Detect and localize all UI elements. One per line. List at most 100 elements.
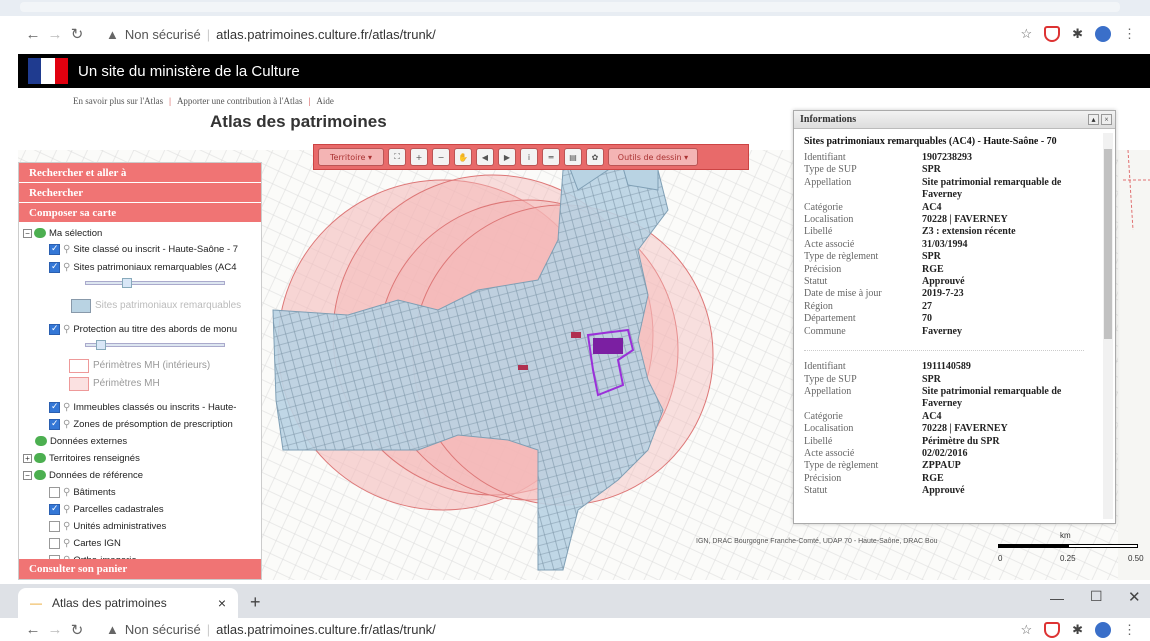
layer-parcelles[interactable]: ⚲Parcelles cadastrales (49, 501, 164, 517)
tree-donnees-reference[interactable]: − Données de référence (23, 467, 143, 483)
layer-unites[interactable]: ⚲ Unités administratives (49, 518, 166, 534)
full-extent-icon[interactable]: ⛶ (388, 148, 406, 166)
info-row: Département 70 (804, 313, 1099, 325)
info-scrollbar[interactable] (1103, 133, 1113, 519)
search-icon[interactable]: ⚲ (63, 402, 70, 413)
link-contribute[interactable]: Apporter une contribution à l'Atlas (174, 96, 306, 106)
opacity-slider[interactable] (85, 278, 225, 288)
new-tab-button[interactable]: + (250, 592, 261, 613)
star-icon[interactable]: ☆ (1020, 622, 1032, 638)
left-panel: Rechercher et aller à Rechercher Compose… (18, 162, 262, 580)
search-icon[interactable]: ⚲ (63, 244, 70, 255)
checkbox[interactable] (49, 486, 60, 498)
search-icon[interactable]: ⚲ (63, 324, 70, 335)
page-title: Atlas des patrimoines (210, 112, 387, 131)
checkbox[interactable] (49, 520, 60, 532)
checkbox[interactable] (49, 243, 60, 255)
layer-site-classe[interactable]: ⚲Site classé ou inscrit - Haute-Saône - … (49, 241, 238, 257)
checkbox[interactable] (49, 418, 60, 430)
address-bar[interactable]: atlas.patrimoines.culture.fr/atlas/trunk… (216, 27, 436, 42)
search-icon[interactable]: ⚲ (63, 504, 70, 515)
info-row: Acte associé 31/03/1994 (804, 239, 1099, 251)
layer-batiments[interactable]: ⚲ Bâtiments (49, 484, 116, 500)
layer-cartes-ign[interactable]: ⚲ Cartes IGN (49, 535, 121, 551)
tab-close-icon[interactable]: × (218, 595, 226, 611)
puzzle-icon[interactable]: ✱ (1072, 622, 1083, 638)
settings-icon[interactable]: ✿ (586, 148, 604, 166)
browser-toolbar-bottom: ← → ↻ ▲ Non sécurisé | atlas.patrimoines… (0, 618, 1150, 641)
checkbox[interactable] (49, 323, 60, 335)
section-search-goto[interactable]: Rechercher et aller à (19, 163, 261, 183)
shield-extension-icon[interactable] (1044, 26, 1061, 42)
previous-view-icon[interactable]: ◀ (476, 148, 494, 166)
info-key: Statut (804, 485, 828, 497)
checkbox[interactable] (49, 401, 60, 413)
browser-tab[interactable]: — Atlas des patrimoines × (18, 588, 238, 618)
reload-icon[interactable]: ↻ (66, 621, 88, 639)
info-value: Approuvé (922, 276, 965, 288)
info-row: Catégorie AC4 (804, 202, 1099, 214)
section-basket[interactable]: Consulter son panier (19, 559, 261, 579)
menu-icon[interactable]: ⋮ (1123, 26, 1136, 42)
header-links: En savoir plus sur l'Atlas | Apporter une … (70, 96, 337, 106)
tree-territoires[interactable]: + Territoires renseignés (23, 450, 140, 466)
info-row: Acte associé 02/02/2016 (804, 448, 1099, 460)
info-row: Appellation Site patrimonial remarquable … (804, 386, 1099, 411)
zoom-out-icon[interactable]: − (432, 148, 450, 166)
info-key: Précision (804, 263, 842, 275)
forward-icon[interactable]: → (44, 26, 66, 43)
search-icon[interactable]: ⚲ (63, 419, 70, 430)
checkbox[interactable] (49, 261, 60, 273)
link-about[interactable]: En savoir plus sur l'Atlas (70, 96, 166, 106)
checkbox[interactable] (49, 537, 60, 549)
layer-zones[interactable]: ⚲Zones de présomption de prescription (49, 416, 233, 432)
window-minimize-icon[interactable]: — (1050, 590, 1064, 606)
window-close-icon[interactable]: ✕ (1128, 588, 1141, 606)
info-row: Identifiant 1907238293 (804, 152, 1099, 164)
star-icon[interactable]: ☆ (1020, 26, 1032, 42)
print-icon[interactable]: ▤ (564, 148, 582, 166)
close-icon[interactable]: × (1101, 114, 1112, 125)
next-view-icon[interactable]: ▶ (498, 148, 516, 166)
pan-hand-icon[interactable]: ✋ (454, 148, 472, 166)
menu-icon[interactable]: ⋮ (1123, 622, 1136, 638)
window-maximize-icon[interactable]: ☐ (1090, 588, 1103, 605)
section-compose[interactable]: Composer sa carte (19, 203, 261, 223)
address-bar[interactable]: atlas.patrimoines.culture.fr/atlas/trunk… (216, 622, 436, 637)
measure-icon[interactable]: ═ (542, 148, 560, 166)
shield-extension-icon[interactable] (1044, 621, 1061, 638)
info-value: 27 (922, 300, 932, 312)
tree-ma-selection[interactable]: − Ma sélection (23, 225, 102, 241)
search-icon[interactable]: ⚲ (63, 262, 70, 273)
forward-icon[interactable]: → (44, 621, 66, 638)
zoom-in-icon[interactable]: + (410, 148, 428, 166)
search-icon[interactable]: ⚲ (63, 521, 70, 532)
search-icon[interactable]: ⚲ (63, 487, 70, 498)
territoire-dropdown[interactable]: Territoire ▾ (318, 148, 384, 166)
checkbox[interactable] (49, 503, 60, 515)
tree-donnees-externes[interactable]: Données externes (35, 433, 127, 449)
profile-avatar[interactable] (1095, 26, 1111, 42)
info-tool-icon[interactable]: i (520, 148, 538, 166)
layer-abords[interactable]: ⚲Protection au titre des abords de monu (49, 321, 237, 337)
search-icon[interactable]: ⚲ (63, 538, 70, 549)
info-value: Approuvé (922, 485, 965, 497)
opacity-slider[interactable] (85, 340, 225, 350)
draw-tools-dropdown[interactable]: Outils de dessin ▾ (608, 148, 698, 166)
ministry-banner: Un site du ministère de la Culture (18, 54, 1150, 88)
back-icon[interactable]: ← (22, 26, 44, 43)
info-value: 70228 | FAVERNEY (922, 214, 1008, 226)
globe-icon (34, 453, 46, 463)
layer-immeubles[interactable]: ⚲Immeubles classés ou inscrits - Haute- (49, 399, 236, 415)
back-icon[interactable]: ← (22, 621, 44, 638)
layer-spr[interactable]: ⚲Sites patrimoniaux remarquables (AC4 (49, 259, 236, 275)
section-search[interactable]: Rechercher (19, 183, 261, 203)
profile-avatar[interactable] (1095, 621, 1111, 638)
link-help[interactable]: Aide (313, 96, 337, 106)
minimize-icon[interactable]: ▴ (1088, 114, 1099, 125)
puzzle-icon[interactable]: ✱ (1072, 26, 1083, 42)
info-value: 1911140589 (922, 361, 971, 373)
reload-icon[interactable]: ↻ (66, 25, 88, 43)
info-key: Appellation (804, 385, 852, 397)
info-key: Localisation (804, 423, 854, 435)
